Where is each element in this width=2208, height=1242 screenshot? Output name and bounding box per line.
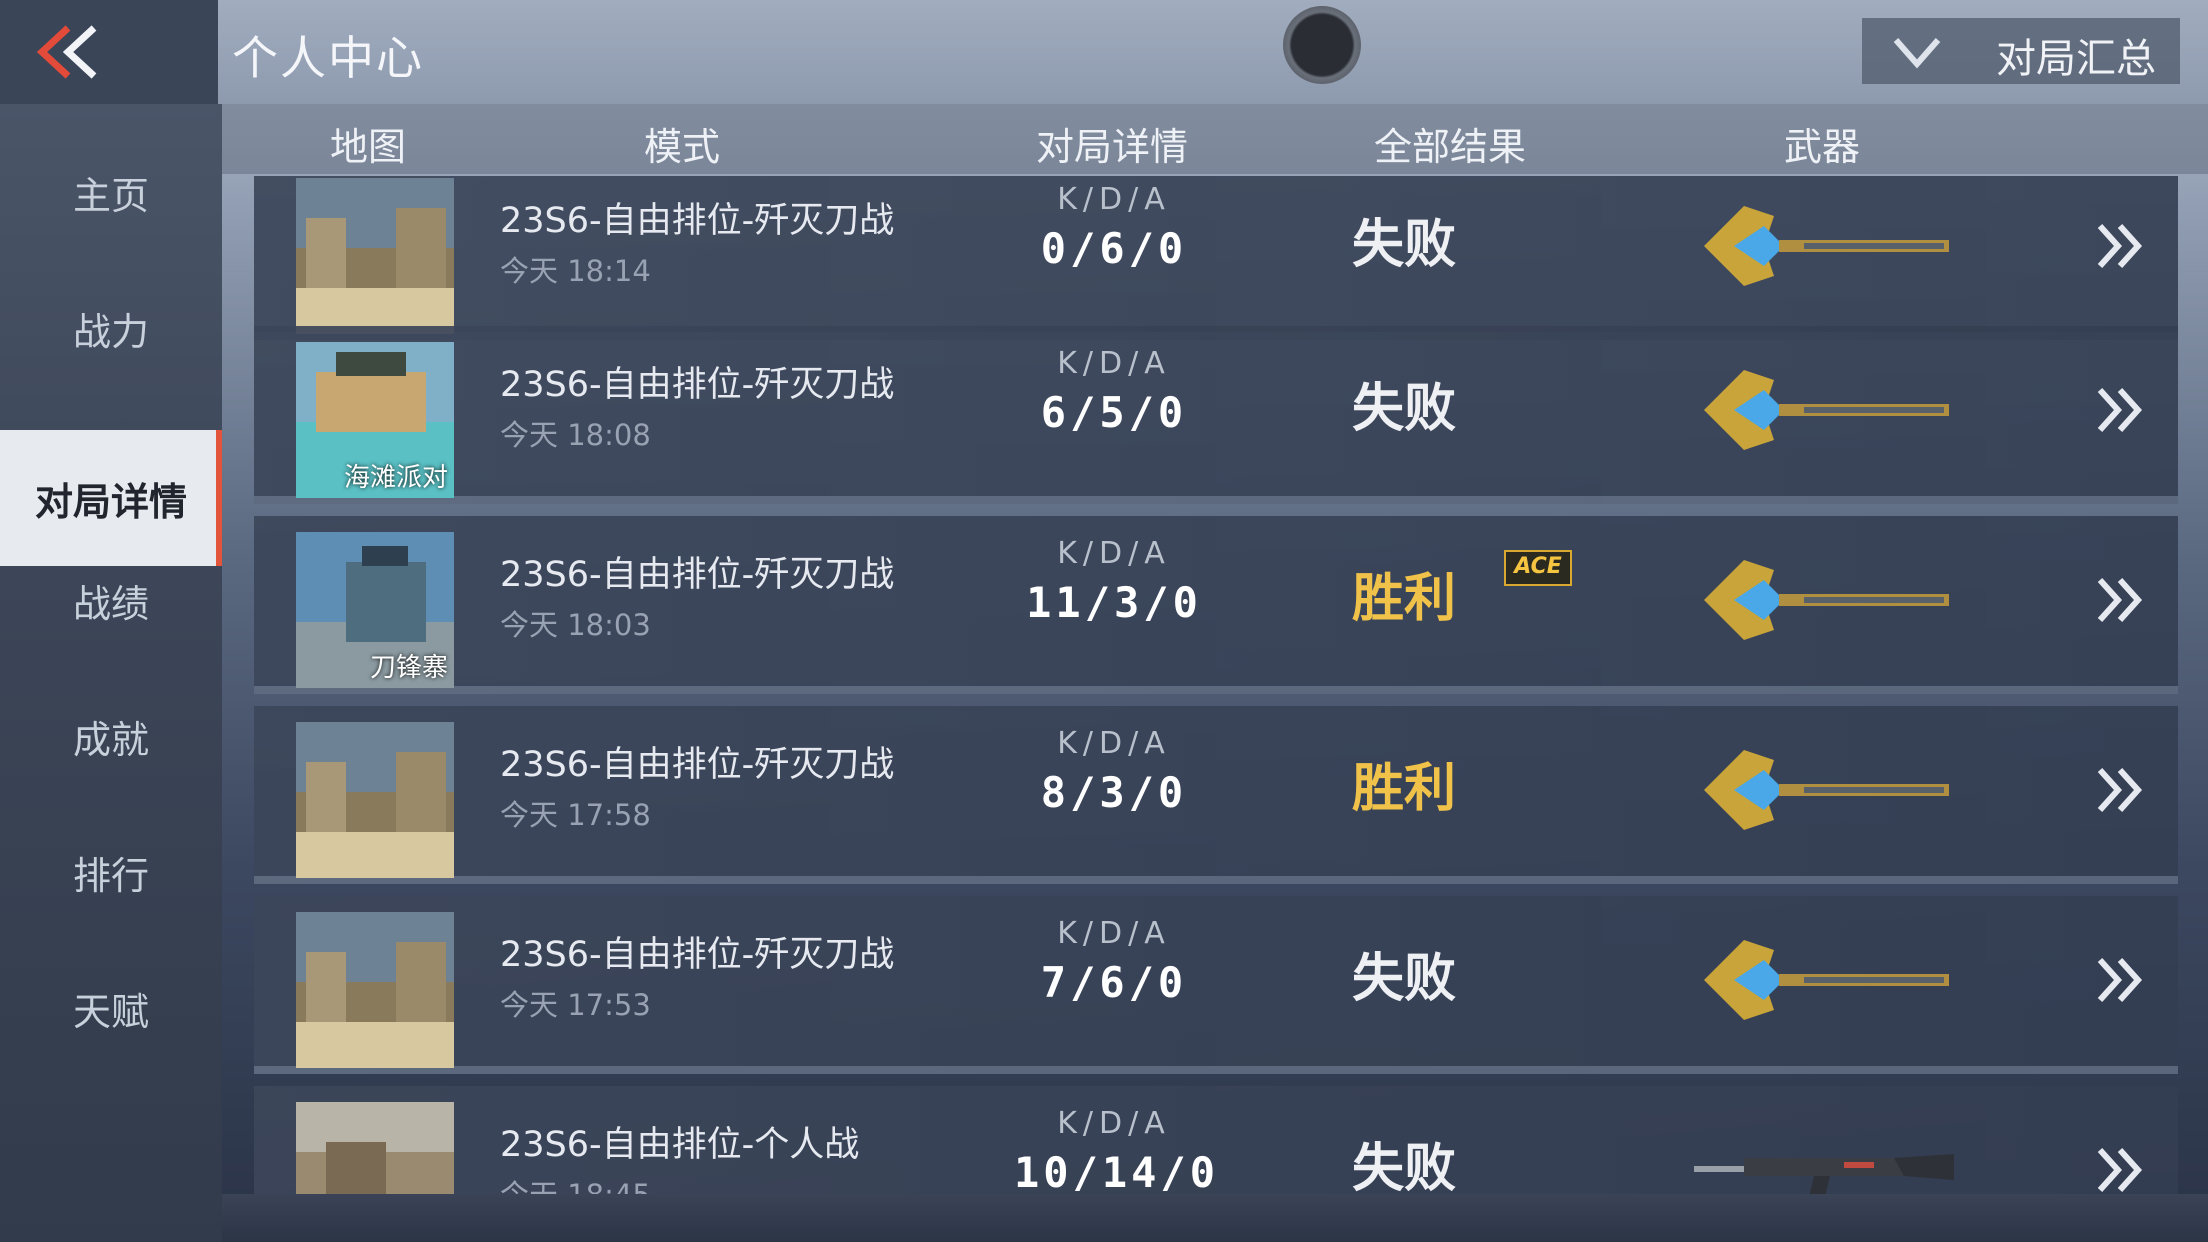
map-caption: 海滩派对 bbox=[343, 463, 448, 493]
match-result: 失败 bbox=[1351, 949, 1456, 1009]
map-thumbnail bbox=[296, 178, 454, 334]
page-title: 个人中心 bbox=[232, 31, 424, 85]
match-row[interactable]: 23S6-自由排位-歼灭刀战 今天 17:53 K/D/A 7/6/0 失败 bbox=[254, 896, 2178, 1074]
match-row[interactable]: 23S6-自由排位-歼灭刀战 今天 17:58 K/D/A 8/3/0 胜利 bbox=[254, 706, 2178, 884]
kda-value: 10/14/0 bbox=[1014, 1148, 1220, 1194]
match-result: 胜利 bbox=[1351, 759, 1456, 819]
gold-blade-icon bbox=[1704, 940, 1949, 1020]
match-summary-label: 对局汇总 bbox=[1996, 36, 2156, 82]
gold-blade-icon bbox=[1704, 206, 1949, 286]
match-time: 今天 18:03 bbox=[500, 608, 651, 642]
match-mode: 23S6-自由排位-歼灭刀战 bbox=[500, 365, 895, 405]
match-time: 今天 17:58 bbox=[500, 798, 651, 832]
match-time: 今天 18:45 bbox=[500, 1172, 651, 1194]
kda-value: 6/5/0 bbox=[1040, 388, 1188, 437]
sidebar-item-home[interactable]: 主页 bbox=[0, 124, 222, 260]
kda-label: K/D/A bbox=[1057, 346, 1171, 381]
sidebar-item-record[interactable]: 战绩 bbox=[0, 532, 222, 668]
back-arrow-icon bbox=[36, 25, 97, 79]
column-result: 全部结果 bbox=[1374, 125, 1527, 169]
match-list: 23S6-自由排位-歼灭刀战 今天 18:14 K/D/A 0/6/0 失败 海… bbox=[254, 176, 2178, 1194]
match-row[interactable]: 刀锋寨 23S6-自由排位-歼灭刀战 今天 18:03 K/D/A 11/3/0… bbox=[254, 516, 2178, 694]
sidebar-item-achievements[interactable]: 成就 bbox=[0, 668, 222, 804]
kda-label: K/D/A bbox=[1057, 182, 1171, 217]
kda-label: K/D/A bbox=[1057, 916, 1171, 951]
match-row[interactable]: 23S6-自由排位-个人战 今天 18:45 K/D/A 10/14/0 失败 bbox=[254, 1086, 2178, 1194]
assault-rifle-icon bbox=[1694, 1154, 1954, 1194]
map-caption: 刀锋寨 bbox=[369, 653, 448, 683]
camera-notch bbox=[1283, 6, 1361, 84]
match-time: 今天 17:53 bbox=[500, 988, 651, 1022]
table-header: 地图 模式 对局详情 全部结果 武器 bbox=[222, 104, 2208, 174]
double-chevron-right-icon[interactable] bbox=[2092, 940, 2148, 1020]
ace-badge: ACE bbox=[1504, 550, 1572, 586]
match-mode: 23S6-自由排位-歼灭刀战 bbox=[500, 745, 895, 785]
match-row[interactable]: 23S6-自由排位-歼灭刀战 今天 18:14 K/D/A 0/6/0 失败 bbox=[254, 176, 2178, 340]
map-thumbnail bbox=[296, 722, 454, 878]
match-mode: 23S6-自由排位-歼灭刀战 bbox=[500, 935, 895, 975]
list-bottom-edge bbox=[222, 1194, 2208, 1242]
column-detail: 对局详情 bbox=[1036, 125, 1189, 169]
match-mode: 23S6-自由排位-个人战 bbox=[500, 1125, 860, 1165]
double-chevron-right-icon[interactable] bbox=[2092, 206, 2148, 286]
gold-blade-icon bbox=[1704, 370, 1949, 450]
back-button[interactable] bbox=[0, 0, 218, 104]
double-chevron-right-icon[interactable] bbox=[2092, 370, 2148, 450]
match-mode: 23S6-自由排位-歼灭刀战 bbox=[500, 555, 895, 595]
match-result: 失败 bbox=[1351, 1139, 1456, 1194]
map-thumbnail: 海滩派对 bbox=[296, 342, 454, 498]
sidebar-item-ranking[interactable]: 排行 bbox=[0, 804, 222, 940]
gold-blade-icon bbox=[1704, 750, 1949, 830]
match-row[interactable]: 海滩派对 23S6-自由排位-歼灭刀战 今天 18:08 K/D/A 6/5/0… bbox=[254, 326, 2178, 504]
kda-value: 8/3/0 bbox=[1040, 768, 1188, 817]
kda-value: 0/6/0 bbox=[1040, 224, 1188, 273]
kda-label: K/D/A bbox=[1057, 1106, 1171, 1141]
column-mode: 模式 bbox=[644, 125, 721, 169]
sidebar-item-talent[interactable]: 天赋 bbox=[0, 940, 222, 1076]
double-chevron-right-icon[interactable] bbox=[2092, 1130, 2148, 1194]
column-weapon: 武器 bbox=[1784, 125, 1861, 169]
map-thumbnail bbox=[296, 912, 454, 1068]
match-time: 今天 18:08 bbox=[500, 418, 651, 452]
match-result: 胜利 bbox=[1351, 569, 1456, 629]
kda-value: 11/3/0 bbox=[1026, 578, 1202, 627]
match-summary-button[interactable]: 对局汇总 bbox=[1862, 18, 2180, 84]
top-bar: 个人中心 对局汇总 bbox=[0, 0, 2208, 104]
double-chevron-right-icon[interactable] bbox=[2092, 750, 2148, 830]
kda-value: 7/6/0 bbox=[1040, 958, 1188, 1007]
double-chevron-right-icon[interactable] bbox=[2092, 560, 2148, 640]
kda-label: K/D/A bbox=[1057, 726, 1171, 761]
kda-label: K/D/A bbox=[1057, 536, 1171, 571]
match-result: 失败 bbox=[1351, 379, 1456, 439]
chevron-down-icon bbox=[1893, 38, 1941, 69]
sidebar-item-power[interactable]: 战力 bbox=[0, 260, 222, 396]
match-result: 失败 bbox=[1351, 215, 1456, 275]
sidebar: 主页 战力 对局详情 战绩 成就 排行 天赋 bbox=[0, 104, 222, 1242]
column-map: 地图 bbox=[330, 125, 407, 169]
map-thumbnail: 刀锋寨 bbox=[296, 532, 454, 688]
map-thumbnail bbox=[296, 1102, 454, 1194]
match-mode: 23S6-自由排位-歼灭刀战 bbox=[500, 201, 895, 241]
match-time: 今天 18:14 bbox=[500, 254, 651, 288]
gold-blade-icon bbox=[1704, 560, 1949, 640]
